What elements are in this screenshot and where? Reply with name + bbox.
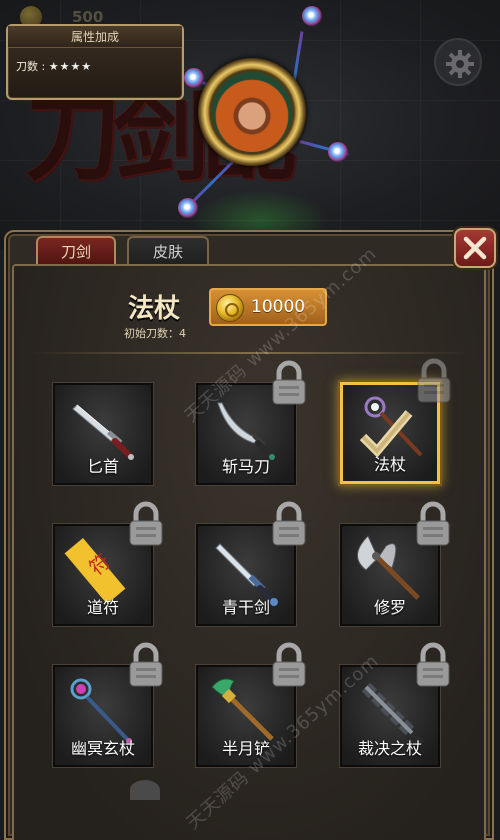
weapon-slot-dagger[interactable]: 匕首 — [52, 382, 154, 486]
orb-icon — [302, 6, 322, 26]
lock-icon — [272, 360, 306, 405]
lock-icon — [272, 501, 306, 546]
orb-icon — [184, 68, 204, 88]
attribute-panel-title: 属性加成 — [8, 26, 182, 48]
attribute-bonus-panel: 属性加成 刀数 : ★★★★ — [6, 24, 184, 100]
weapon-label: 斩马刀 — [221, 457, 270, 476]
attribute-label: 刀数 — [16, 60, 38, 73]
lock-icon — [416, 642, 450, 687]
hero-avatar — [212, 72, 292, 152]
weapon-label: 幽冥玄杖 — [70, 739, 135, 758]
tab-blades[interactable]: 刀剑 — [36, 236, 116, 266]
selected-weapon-initial-blades: 初始刀数：4 — [124, 327, 186, 340]
lock-icon — [416, 501, 450, 546]
gold-coin-icon — [216, 294, 244, 322]
weapon-label: 道符 — [86, 598, 119, 617]
lock-icon — [272, 642, 306, 687]
lock-icon — [129, 642, 163, 687]
attribute-stars: ★★★★ — [48, 60, 93, 73]
weapon-label: 匕首 — [86, 457, 119, 476]
weapon-label: 裁决之杖 — [357, 739, 422, 758]
weapon-label: 法杖 — [373, 455, 406, 474]
selected-weapon-name: 法杖 — [128, 294, 181, 324]
settings-button[interactable] — [434, 38, 482, 86]
lock-icon — [417, 358, 451, 403]
lock-icon — [129, 501, 163, 546]
weapon-label: 修罗 — [373, 598, 406, 617]
attribute-separator: : — [41, 60, 46, 73]
weapon-label: 青干剑 — [221, 598, 270, 617]
tab-skins[interactable]: 皮肤 — [127, 236, 209, 266]
close-button[interactable] — [454, 228, 496, 268]
orb-icon — [178, 198, 198, 218]
gear-icon — [446, 50, 474, 78]
hero-portrait[interactable] — [198, 58, 306, 166]
close-icon — [463, 236, 487, 260]
attribute-row: 刀数 : ★★★★ — [8, 48, 182, 74]
scroll-indicator — [130, 780, 160, 800]
orb-icon — [328, 142, 348, 162]
